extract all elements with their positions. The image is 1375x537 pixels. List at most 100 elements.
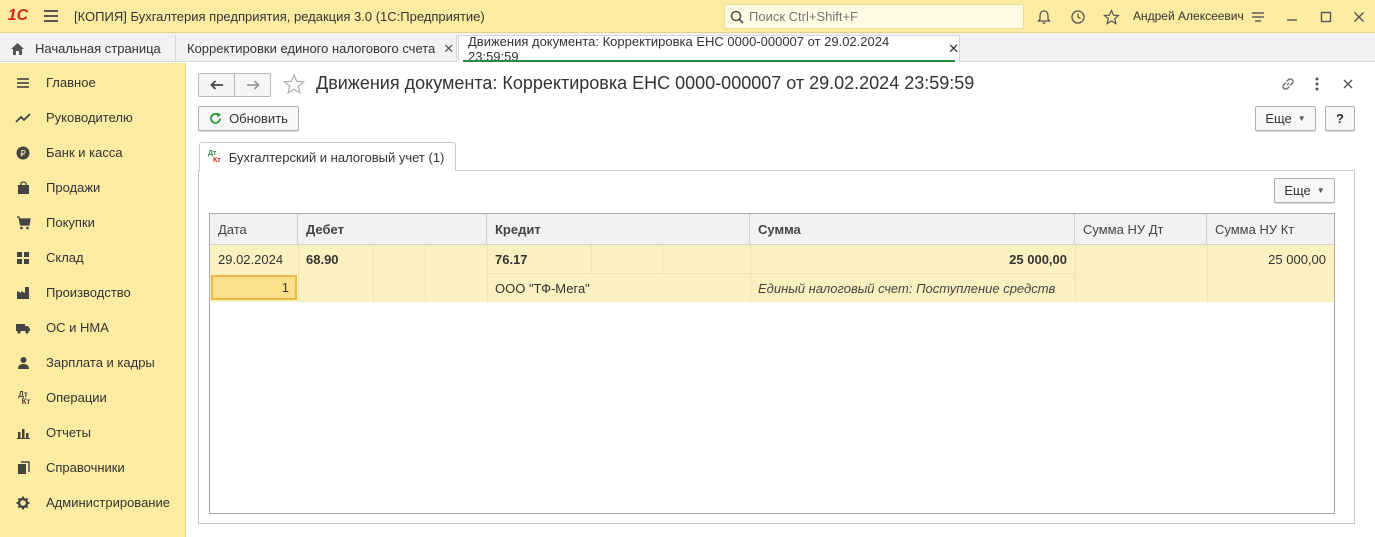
dt-label: Дт (208, 150, 217, 157)
sidebar-item-label: Зарплата и кадры (46, 355, 155, 370)
bag-icon (0, 180, 46, 195)
books-icon (0, 460, 46, 475)
cell-content[interactable]: Единый налоговый счет: Поступление средс… (750, 274, 1075, 302)
dt-kt-icon: Дт Кт (208, 150, 221, 164)
sidebar-item-warehouse[interactable]: Склад (0, 240, 186, 275)
cell-date[interactable]: 29.02.2024 (210, 245, 298, 273)
tab-home[interactable]: Начальная страница (0, 35, 176, 62)
user-name[interactable]: Андрей Алексеевич (1133, 9, 1244, 23)
grid-divider (591, 245, 592, 273)
sections-sidebar: Главное Руководителю ₽ Банк и касса Прод… (0, 63, 186, 537)
cell-sum-nu-kt[interactable]: 25 000,00 (1207, 245, 1334, 273)
dropdown-caret-icon: ▼ (1297, 114, 1306, 123)
more-actions-icon[interactable] (1308, 75, 1326, 93)
close-form-icon[interactable] (1339, 75, 1357, 93)
cell-debit-account[interactable]: 68.90 (298, 245, 373, 273)
global-search[interactable] (724, 4, 1024, 29)
tab-document-movements[interactable]: Движения документа: Корректировка ЕНС 00… (458, 34, 960, 64)
sidebar-item-label: Операции (46, 390, 107, 405)
sidebar-item-label: Администрирование (46, 495, 170, 510)
forward-button[interactable] (234, 73, 271, 97)
sidebar-item-operations[interactable]: Дт Кт Операции (0, 380, 186, 415)
search-icon (725, 10, 749, 24)
refresh-button[interactable]: Обновить (198, 106, 299, 131)
sidebar-item-bank[interactable]: ₽ Банк и касса (0, 135, 186, 170)
grid-divider (425, 245, 426, 302)
sidebar-item-manager[interactable]: Руководителю (0, 100, 186, 135)
warehouse-icon (0, 251, 46, 265)
sidebar-item-main[interactable]: Главное (0, 65, 186, 100)
search-input[interactable] (749, 9, 1009, 24)
column-header-sum-nu-dt[interactable]: Сумма НУ Дт (1075, 214, 1207, 245)
sidebar-item-directories[interactable]: Справочники (0, 450, 186, 485)
cell-sum-nu-dt[interactable] (1075, 245, 1207, 273)
dropdown-caret-icon: ▼ (1316, 186, 1325, 195)
factory-icon (0, 286, 46, 300)
star-icon[interactable] (1100, 6, 1122, 28)
main-menu-button[interactable] (36, 0, 66, 33)
tab-label: Движения документа: Корректировка ЕНС 00… (468, 34, 890, 64)
person-icon (0, 356, 46, 370)
more-label: Еще (1265, 111, 1292, 126)
cart-icon (0, 215, 46, 230)
cell-credit-subconto[interactable]: ООО "ТФ-Мега" (487, 274, 750, 302)
sidebar-item-reports[interactable]: Отчеты (0, 415, 186, 450)
sidebar-item-label: Покупки (46, 215, 95, 230)
close-window-icon[interactable] (1348, 6, 1370, 28)
grid-more-button[interactable]: Еще ▼ (1274, 178, 1335, 203)
sidebar-item-fixed-assets[interactable]: ОС и НМА (0, 310, 186, 345)
hamburger-icon (44, 15, 58, 17)
dt-kt-icon: Дт Кт (0, 390, 46, 405)
truck-icon (0, 322, 46, 334)
refresh-label: Обновить (229, 111, 288, 126)
tab-accounting-and-tax[interactable]: Дт Кт Бухгалтерский и налоговый учет (1) (199, 142, 456, 171)
cell-credit-account[interactable]: 76.17 (487, 245, 591, 273)
history-icon[interactable] (1067, 6, 1089, 28)
settings-lines-icon[interactable] (1247, 6, 1269, 28)
coin-icon: ₽ (0, 146, 46, 160)
back-button[interactable] (198, 73, 235, 97)
movements-table[interactable]: Дата Дебет Кредит Сумма Сумма НУ Дт Сумм… (209, 213, 1335, 514)
gear-icon (0, 496, 46, 510)
close-tab-icon[interactable]: ✕ (948, 41, 959, 57)
grid-divider (373, 245, 374, 302)
menu-lines-icon (0, 77, 46, 89)
bar-chart-icon (0, 427, 46, 439)
arrow-right-icon (246, 80, 260, 90)
minimize-icon[interactable] (1281, 6, 1303, 28)
bell-icon[interactable] (1033, 6, 1055, 28)
sidebar-item-label: Главное (46, 75, 96, 90)
more-label: Еще (1284, 183, 1311, 198)
sidebar-item-label: Справочники (46, 460, 125, 475)
tab-label: Начальная страница (35, 41, 161, 56)
page-title: Движения документа: Корректировка ЕНС 00… (316, 73, 975, 93)
column-header-sum-nu-kt[interactable]: Сумма НУ Кт (1207, 214, 1334, 245)
tab-ens-corrections[interactable]: Корректировки единого налогового счета ✕ (177, 35, 457, 62)
sidebar-item-label: Отчеты (46, 425, 91, 440)
sidebar-item-label: Производство (46, 285, 131, 300)
sidebar-item-label: Руководителю (46, 110, 133, 125)
sidebar-item-salary[interactable]: Зарплата и кадры (0, 345, 186, 380)
open-tabs-bar: Начальная страница Корректировки единого… (0, 33, 1375, 64)
tab-label: Корректировки единого налогового счета (187, 41, 436, 56)
sidebar-item-purchases[interactable]: Покупки (0, 205, 186, 240)
sidebar-item-production[interactable]: Производство (0, 275, 186, 310)
cell-line-number[interactable]: 1 (211, 275, 297, 300)
content-text: Единый налоговый счет: Поступление средс… (758, 280, 1056, 296)
column-header-debit[interactable]: Дебет (298, 214, 487, 245)
column-header-sum[interactable]: Сумма (750, 214, 1075, 245)
column-header-credit[interactable]: Кредит (487, 214, 750, 245)
column-header-date[interactable]: Дата (210, 214, 298, 245)
more-menu-button[interactable]: Еще ▼ (1255, 106, 1316, 131)
sidebar-item-sales[interactable]: Продажи (0, 170, 186, 205)
close-tab-icon[interactable]: ✕ (443, 41, 454, 57)
favorite-star-icon[interactable] (283, 73, 305, 95)
cell-sum[interactable]: 25 000,00 (750, 245, 1075, 273)
sidebar-item-administration[interactable]: Администрирование (0, 485, 186, 520)
help-button[interactable]: ? (1325, 106, 1355, 131)
sidebar-item-label: Склад (46, 250, 84, 265)
sidebar-item-label: ОС и НМА (46, 320, 109, 335)
link-icon[interactable] (1278, 75, 1298, 93)
maximize-icon[interactable] (1315, 6, 1337, 28)
arrow-left-icon (209, 80, 224, 90)
